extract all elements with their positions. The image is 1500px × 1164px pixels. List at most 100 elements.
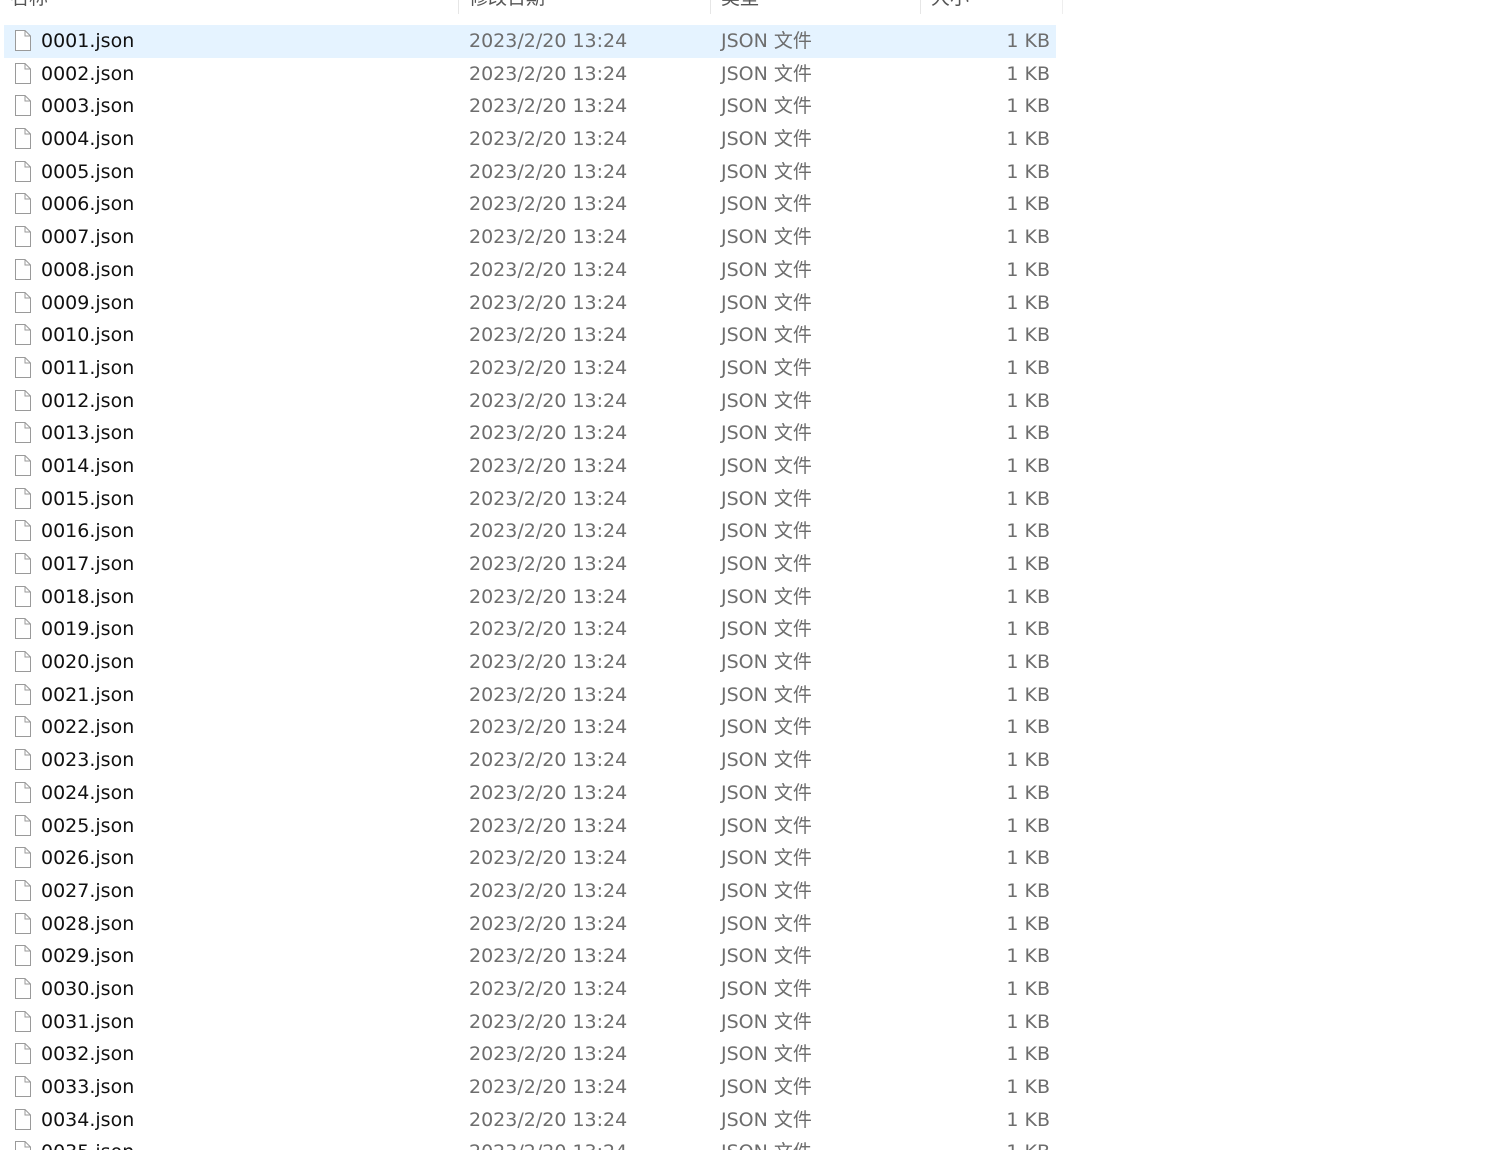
file-type: JSON 文件 [721, 62, 812, 85]
file-modified-date: 2023/2/20 13:24 [469, 1136, 627, 1150]
file-size: 1 KB [1006, 1043, 1050, 1066]
file-size: 1 KB [1006, 814, 1050, 837]
file-row[interactable]: 0017.json 2023/2/20 13:24 JSON 文件 1 KB [4, 548, 1056, 581]
file-icon [15, 553, 31, 574]
file-row[interactable]: 0029.json 2023/2/20 13:24 JSON 文件 1 KB [4, 940, 1056, 973]
file-row[interactable]: 0002.json 2023/2/20 13:24 JSON 文件 1 KB [4, 58, 1056, 91]
file-row[interactable]: 0014.json 2023/2/20 13:24 JSON 文件 1 KB [4, 450, 1056, 483]
file-name: 0012.json [41, 389, 135, 412]
file-modified-date: 2023/2/20 13:24 [469, 226, 628, 249]
file-size: 1 KB [1006, 487, 1050, 510]
file-modified-date: 2023/2/20 13:24 [469, 585, 628, 608]
file-row[interactable]: 0011.json 2023/2/20 13:24 JSON 文件 1 KB [4, 352, 1056, 385]
file-name: 0029.json [41, 945, 135, 968]
column-header: 名称 修改日期 类型 大小 [0, 0, 1063, 14]
file-icon [15, 912, 31, 934]
file-row[interactable]: 0024.json 2023/2/20 13:24 JSON 文件 1 KB [4, 777, 1056, 810]
file-size: 1 KB [1006, 454, 1050, 477]
file-name: 0034.json [41, 1108, 135, 1131]
file-icon [15, 1108, 31, 1130]
file-type: JSON 文件 [721, 291, 812, 314]
file-row[interactable]: 0016.json 2023/2/20 13:24 JSON 文件 1 KB [4, 515, 1056, 548]
file-size: 1 KB [1006, 1010, 1050, 1033]
file-icon [15, 814, 31, 836]
file-name: 0002.json [41, 62, 135, 85]
file-row[interactable]: 0031.json 2023/2/20 13:24 JSON 文件 1 KB [4, 1006, 1056, 1039]
file-row[interactable]: 0009.json 2023/2/20 13:24 JSON 文件 1 KB [4, 287, 1056, 320]
file-icon [15, 977, 31, 999]
file-row[interactable]: 0007.json 2023/2/20 13:24 JSON 文件 1 KB [4, 221, 1056, 254]
file-row[interactable]: 0004.json 2023/2/20 13:24 JSON 文件 1 KB [4, 123, 1056, 156]
file-modified-date: 2023/2/20 13:24 [469, 356, 628, 379]
file-size: 1 KB [1006, 1136, 1050, 1150]
file-row[interactable]: 0013.json 2023/2/20 13:24 JSON 文件 1 KB [4, 417, 1056, 450]
file-modified-date: 2023/2/20 13:24 [469, 716, 628, 739]
column-header-size[interactable]: 大小 [931, 0, 969, 14]
file-row[interactable]: 0020.json 2023/2/20 13:24 JSON 文件 1 KB [4, 646, 1056, 679]
file-modified-date: 2023/2/20 13:24 [469, 487, 628, 510]
file-row[interactable]: 0015.json 2023/2/20 13:24 JSON 文件 1 KB [4, 483, 1056, 516]
file-type: JSON 文件 [721, 30, 812, 52]
file-row[interactable]: 0032.json 2023/2/20 13:24 JSON 文件 1 KB [4, 1038, 1056, 1071]
file-size: 1 KB [1006, 716, 1050, 739]
file-modified-date: 2023/2/20 13:24 [469, 1108, 628, 1131]
file-row[interactable]: 0010.json 2023/2/20 13:24 JSON 文件 1 KB [4, 319, 1056, 352]
file-row[interactable]: 0033.json 2023/2/20 13:24 JSON 文件 1 KB [4, 1071, 1056, 1104]
file-name: 0031.json [41, 1010, 135, 1033]
file-row[interactable]: 0027.json 2023/2/20 13:24 JSON 文件 1 KB [4, 875, 1056, 908]
file-size: 1 KB [1006, 781, 1050, 804]
file-row[interactable]: 0034.json 2023/2/20 13:24 JSON 文件 1 KB [4, 1104, 1056, 1137]
file-modified-date: 2023/2/20 13:24 [469, 847, 628, 870]
column-divider[interactable] [458, 0, 459, 14]
file-size: 1 KB [1006, 193, 1050, 216]
column-header-type[interactable]: 类型 [721, 0, 759, 14]
file-row[interactable]: 0023.json 2023/2/20 13:24 JSON 文件 1 KB [4, 744, 1056, 777]
file-row[interactable]: 0019.json 2023/2/20 13:24 JSON 文件 1 KB [4, 613, 1056, 646]
file-row[interactable]: 0030.json 2023/2/20 13:24 JSON 文件 1 KB [4, 973, 1056, 1006]
file-type: JSON 文件 [721, 1108, 812, 1131]
file-rows: 0001.json 2023/2/20 13:24 JSON 文件 1 KB 0… [4, 25, 1056, 1150]
file-row[interactable]: 0021.json 2023/2/20 13:24 JSON 文件 1 KB [4, 679, 1056, 712]
file-name: 0033.json [41, 1076, 135, 1098]
file-name: 0032.json [41, 1043, 135, 1066]
file-type: JSON 文件 [721, 781, 812, 804]
file-row[interactable]: 0018.json 2023/2/20 13:24 JSON 文件 1 KB [4, 581, 1056, 614]
file-type: JSON 文件 [721, 487, 812, 510]
file-type: JSON 文件 [721, 1010, 812, 1033]
file-icon [15, 847, 31, 869]
file-row[interactable]: 0003.json 2023/2/20 13:24 JSON 文件 1 KB [4, 90, 1056, 123]
file-modified-date: 2023/2/20 13:24 [469, 749, 628, 772]
column-divider[interactable] [920, 0, 921, 14]
file-type: JSON 文件 [721, 520, 812, 543]
file-modified-date: 2023/2/20 13:24 [469, 291, 628, 314]
file-type: JSON 文件 [721, 193, 812, 216]
file-type: JSON 文件 [721, 1076, 812, 1098]
file-type: JSON 文件 [721, 389, 812, 412]
file-row[interactable]: 0035.json 2023/2/20 13:24 JSON 文件 1 KB [4, 1136, 1056, 1150]
file-type: JSON 文件 [721, 945, 812, 968]
file-row[interactable]: 0025.json 2023/2/20 13:24 JSON 文件 1 KB [4, 810, 1056, 843]
file-row[interactable]: 0001.json 2023/2/20 13:24 JSON 文件 1 KB [4, 25, 1056, 58]
file-row[interactable]: 0012.json 2023/2/20 13:24 JSON 文件 1 KB [4, 385, 1056, 418]
file-type: JSON 文件 [721, 683, 812, 706]
file-name: 0030.json [41, 977, 135, 1000]
file-row[interactable]: 0006.json 2023/2/20 13:24 JSON 文件 1 KB [4, 188, 1056, 221]
file-icon [15, 716, 31, 738]
file-row[interactable]: 0028.json 2023/2/20 13:24 JSON 文件 1 KB [4, 908, 1056, 941]
file-type: JSON 文件 [721, 422, 812, 445]
file-icon [15, 160, 31, 182]
file-type: JSON 文件 [721, 1043, 812, 1066]
file-row[interactable]: 0005.json 2023/2/20 13:24 JSON 文件 1 KB [4, 156, 1056, 189]
file-row[interactable]: 0026.json 2023/2/20 13:24 JSON 文件 1 KB [4, 842, 1056, 875]
file-modified-date: 2023/2/20 13:24 [469, 553, 628, 575]
file-modified-date: 2023/2/20 13:24 [469, 814, 628, 837]
column-header-modified[interactable]: 修改日期 [469, 0, 545, 14]
column-divider[interactable] [710, 0, 711, 14]
file-name: 0020.json [41, 651, 135, 674]
file-modified-date: 2023/2/20 13:24 [469, 683, 628, 706]
file-row[interactable]: 0022.json 2023/2/20 13:24 JSON 文件 1 KB [4, 711, 1056, 744]
file-type: JSON 文件 [721, 95, 812, 118]
column-header-name[interactable]: 名称 [10, 0, 48, 14]
file-row[interactable]: 0008.json 2023/2/20 13:24 JSON 文件 1 KB [4, 254, 1056, 287]
file-name: 0023.json [41, 749, 135, 772]
